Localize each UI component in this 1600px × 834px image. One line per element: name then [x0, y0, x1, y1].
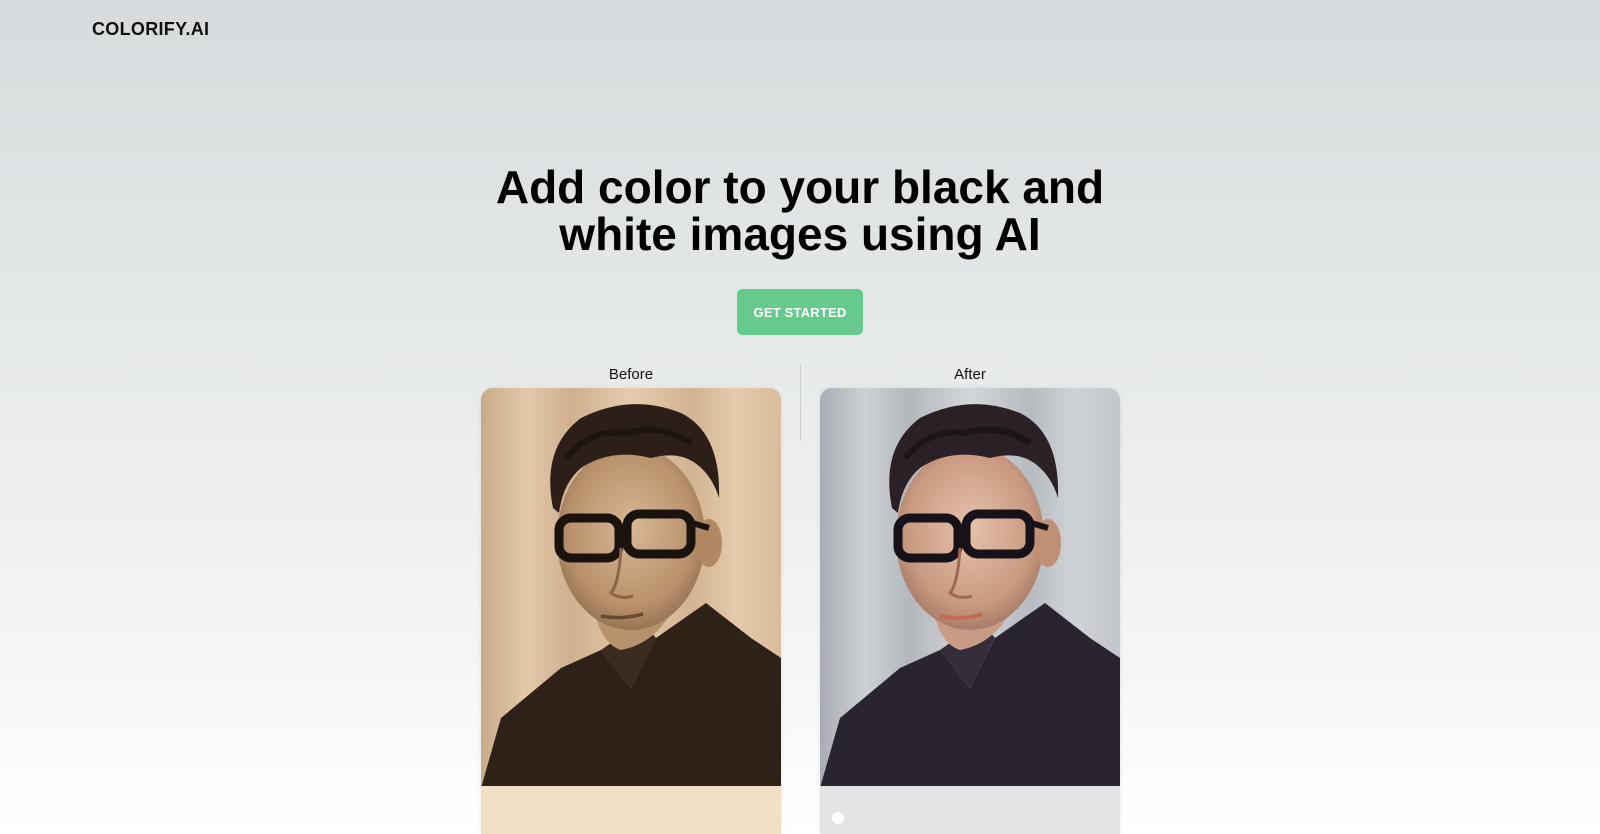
before-label: Before	[608, 366, 654, 383]
get-started-button[interactable]: GET STARTED	[737, 289, 863, 335]
hero-title-line-2: white images using AI	[559, 208, 1041, 260]
after-photo	[820, 388, 1120, 834]
logo[interactable]: COLORIFY.AI	[92, 19, 209, 40]
portrait-sepia-photo-icon	[481, 388, 781, 834]
comparison-divider	[800, 365, 801, 441]
hero-title: Add color to your black and white images…	[400, 164, 1200, 258]
top-navigation-bar: COLORIFY.AI	[0, 0, 1600, 60]
before-photo	[481, 388, 781, 834]
after-label: After	[954, 366, 986, 383]
hero-title-line-1: Add color to your black and	[495, 161, 1105, 213]
portrait-colorized-photo-icon	[820, 388, 1120, 834]
